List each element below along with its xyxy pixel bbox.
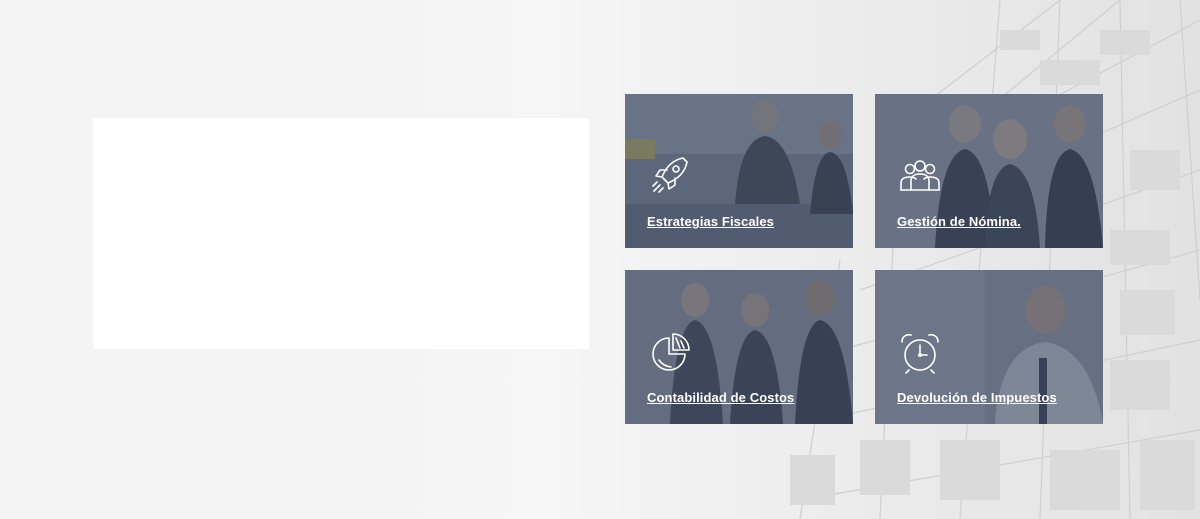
team-icon [900,160,940,191]
rocket-icon [652,157,688,193]
service-card-label[interactable]: Devolución de Impuestos [897,390,1057,405]
service-card-estrategias-fiscales[interactable]: Estrategias Fiscales [625,94,853,248]
service-card-gestion-de-nomina[interactable]: Gestión de Nómina. [875,94,1103,248]
service-card-contabilidad-de-costos[interactable]: Contabilidad de Costos [625,270,853,424]
service-card-label[interactable]: Estrategias Fiscales [647,214,774,229]
pie-chart-icon [652,333,690,371]
alarm-clock-icon [901,333,939,374]
hero-section: Estrategias Fiscales Gestión de Nómina. [0,0,1200,519]
content-panel [93,118,589,349]
service-card-label[interactable]: Gestión de Nómina. [897,214,1021,229]
service-card-label[interactable]: Contabilidad de Costos [647,390,794,405]
service-card-devolucion-de-impuestos[interactable]: Devolución de Impuestos [875,270,1103,424]
